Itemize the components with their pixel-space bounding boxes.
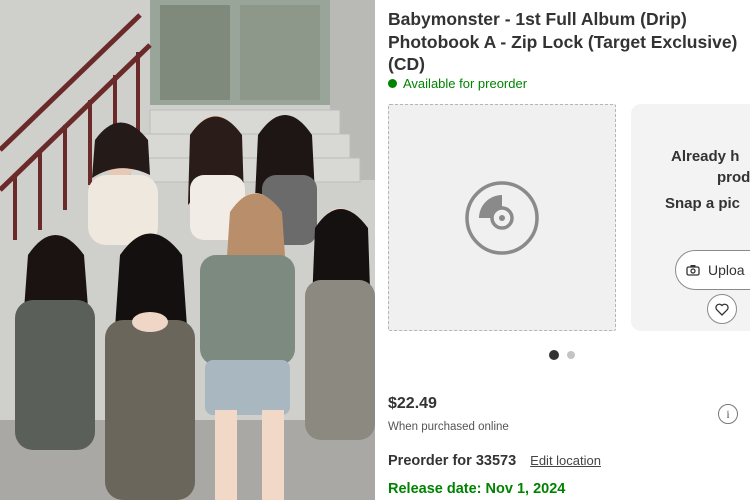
release-date: Release date: Nov 1, 2024 <box>388 481 566 497</box>
upload-sub-line: Snap a pic <box>665 195 741 212</box>
upload-heading-line: Already h <box>671 148 740 165</box>
favorite-button[interactable] <box>707 294 737 324</box>
preorder-location-label: Preorder for 33573 <box>388 453 517 469</box>
availability-status: Available for preorder <box>388 76 527 91</box>
info-icon[interactable]: i <box>718 404 738 424</box>
upload-heading-line: produ <box>717 169 750 186</box>
product-title: Babymonster - 1st Full Album (Drip) Phot… <box>388 8 748 76</box>
camera-icon <box>686 265 700 276</box>
heart-icon <box>715 303 729 316</box>
upload-card-subheading: Snap a pic se <box>665 193 750 235</box>
group-photo-image <box>0 0 375 500</box>
product-title-line: Babymonster - 1st Full Album (Drip) <box>388 9 687 29</box>
available-dot-icon <box>388 79 397 88</box>
product-image-placeholder[interactable] <box>388 104 616 331</box>
product-title-line: Photobook A - Zip Lock (Target Exclusive… <box>388 31 738 52</box>
product-title-line: (CD) <box>388 54 425 74</box>
carousel-dot-active[interactable] <box>549 350 559 360</box>
availability-label: Available for preorder <box>403 76 528 91</box>
cd-disc-icon <box>465 180 539 255</box>
upload-button[interactable]: Uploa <box>675 250 750 290</box>
edit-location-link[interactable]: Edit location <box>530 453 601 468</box>
upload-button-label: Uploa <box>708 262 745 278</box>
upload-sub-line: se <box>665 214 750 235</box>
preorder-row: Preorder for 33573 Edit location <box>388 453 601 469</box>
upload-card-heading: Already h produ <box>671 146 750 188</box>
carousel-dot[interactable] <box>567 351 575 359</box>
price: $22.49 <box>388 395 437 412</box>
upload-photo-card: Already h produ Snap a pic se Uploa <box>631 104 750 331</box>
product-panel: Babymonster - 1st Full Album (Drip) Phot… <box>375 0 750 500</box>
group-photo <box>0 0 375 500</box>
carousel-indicator <box>549 350 575 360</box>
price-note: When purchased online <box>388 421 509 433</box>
